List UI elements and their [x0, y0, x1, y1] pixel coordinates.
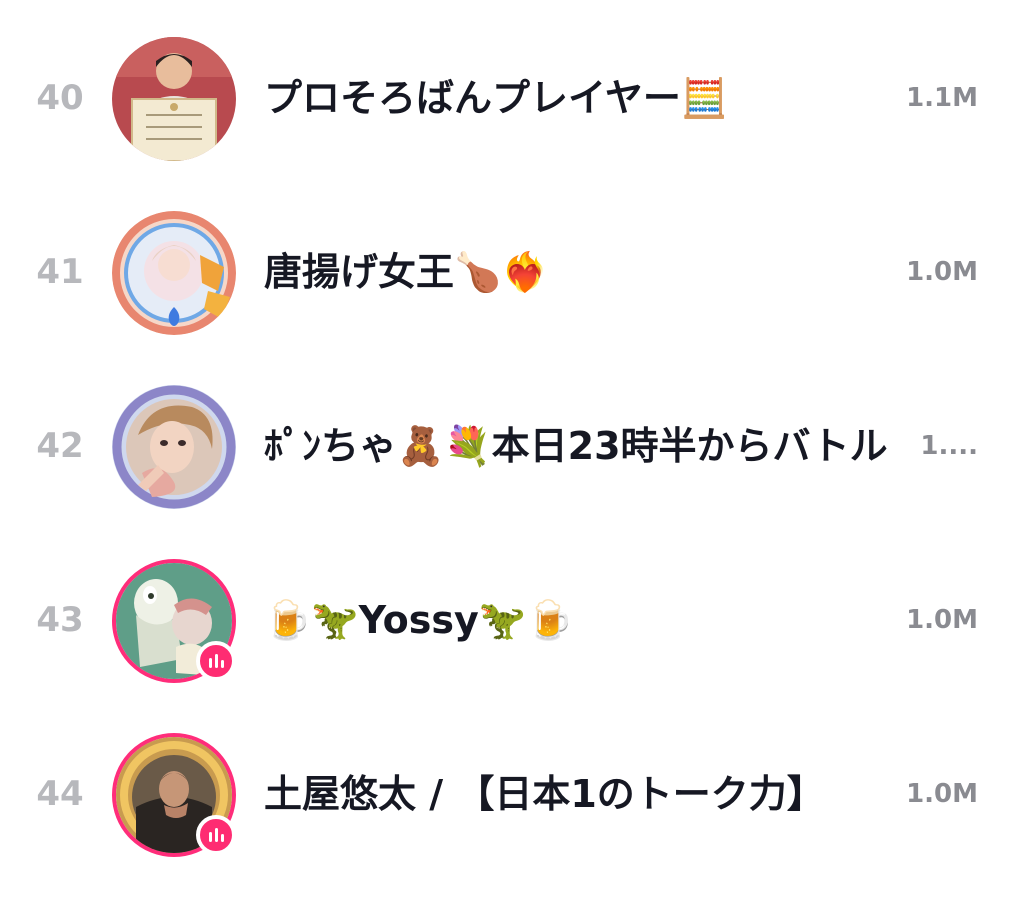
list-item[interactable]: 43 🍺🦖Yossy🦖🍺 1.0M [0, 540, 1024, 700]
avatar[interactable] [112, 37, 236, 161]
user-name[interactable]: 🍺🦖Yossy🦖🍺 [264, 540, 934, 700]
live-indicator-icon [196, 641, 236, 681]
rank-number: 42 [36, 426, 84, 466]
leaderboard-list: 40 プロそろばんプレイヤー🧮 1.1M 41 [0, 0, 1024, 902]
count-label: 1.0M [906, 257, 978, 287]
count-label: 1.0M [906, 779, 978, 809]
user-name[interactable]: 土屋悠太 / 【日本1のトーク力】 [264, 714, 934, 874]
user-name[interactable]: 唐揚げ女王🍗❤️‍🔥 [264, 192, 934, 352]
avatar[interactable] [112, 733, 236, 857]
avatar[interactable] [112, 211, 236, 335]
user-name[interactable]: プロそろばんプレイヤー🧮 [264, 18, 934, 178]
avatar[interactable] [112, 385, 236, 509]
count-label: 1.... [920, 431, 978, 461]
rank-number: 44 [36, 774, 84, 814]
avatar[interactable] [112, 559, 236, 683]
list-item[interactable]: 42 ﾎﾟﾝちゃ🧸💐本日23時半からバトル 1.... [0, 366, 1024, 526]
count-label: 1.1M [906, 83, 978, 113]
user-name[interactable]: ﾎﾟﾝちゃ🧸💐本日23時半からバトル [264, 366, 934, 526]
rank-number: 40 [36, 78, 84, 118]
list-item[interactable]: 44 土屋悠太 / 【日本1のトーク力】 1.0M [0, 714, 1024, 874]
list-item[interactable]: 41 唐揚げ女王🍗❤️‍🔥 1.0M [0, 192, 1024, 352]
rank-number: 43 [36, 600, 84, 640]
count-label: 1.0M [906, 605, 978, 635]
rank-number: 41 [36, 252, 84, 292]
live-indicator-icon [196, 815, 236, 855]
list-item[interactable]: 40 プロそろばんプレイヤー🧮 1.1M [0, 18, 1024, 178]
